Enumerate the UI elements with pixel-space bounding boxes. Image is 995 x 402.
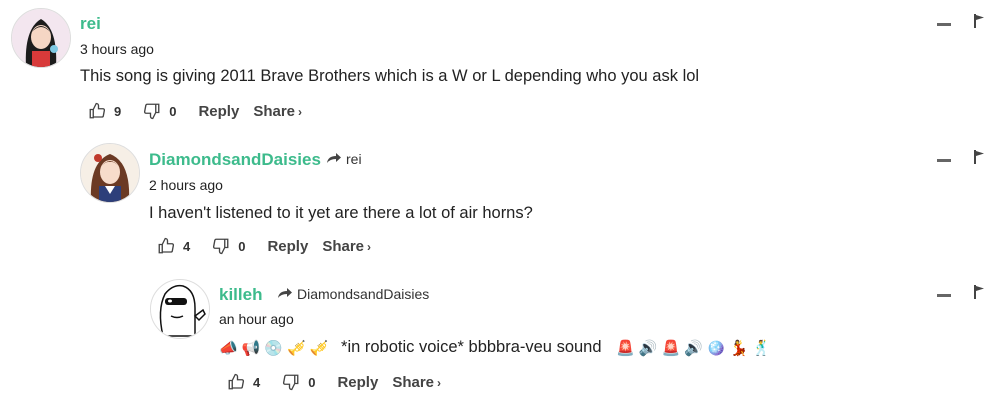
username[interactable]: rei — [80, 14, 101, 34]
collapse-button[interactable] — [937, 17, 951, 26]
comment-actions: 4 0 Reply Share › — [157, 237, 371, 255]
collapse-button[interactable] — [937, 153, 951, 162]
upvote-count: 4 — [183, 238, 191, 254]
speaker-emoji: 🔊 — [684, 339, 703, 357]
comment-text: I haven't listened to it yet are there a… — [149, 204, 533, 222]
trumpet-emoji: 🎺 — [309, 339, 329, 357]
minus-icon — [937, 22, 951, 26]
thumbs-up-icon[interactable] — [157, 237, 175, 255]
avatar[interactable] — [80, 143, 140, 203]
flag-icon[interactable] — [973, 285, 985, 299]
username[interactable]: killeh — [219, 285, 262, 305]
comment-text: This song is giving 2011 Brave Brothers … — [80, 67, 700, 85]
megaphone-emoji: 📣 — [219, 339, 238, 357]
minus-icon — [937, 158, 951, 162]
avatar[interactable] — [11, 8, 71, 68]
siren-emoji: 🚨 — [616, 339, 635, 357]
share-button[interactable]: Share › — [392, 374, 441, 391]
flag-icon[interactable] — [973, 14, 985, 28]
comment-controls — [937, 285, 985, 299]
reply-to: rei — [326, 151, 362, 167]
chevron-right-icon: › — [367, 239, 372, 254]
comment-controls — [937, 150, 985, 164]
speaker-emoji: 🔊 — [638, 339, 658, 357]
share-button[interactable]: Share › — [322, 238, 371, 255]
reply-button[interactable]: Reply — [337, 374, 378, 391]
reply-to-username[interactable]: DiamondsandDaisies — [297, 286, 429, 302]
leading-emojis: 📣 📢 💿 🎺 🎺 — [219, 339, 328, 357]
share-button[interactable]: Share › — [253, 103, 302, 120]
downvote-count: 0 — [238, 238, 246, 254]
downvote: 0 — [282, 373, 315, 391]
thumbs-down-icon[interactable] — [282, 373, 300, 391]
thumbs-down-icon[interactable] — [143, 102, 161, 120]
upvote: 9 — [88, 102, 121, 120]
loudspeaker-emoji: 📢 — [241, 339, 261, 357]
comment-text-row: 📣 📢 💿 🎺 🎺 *in robotic voice* bbbbra-veu … — [219, 338, 771, 357]
flag-icon[interactable] — [973, 150, 985, 164]
downvote-count: 0 — [308, 374, 316, 390]
avatar[interactable] — [150, 279, 210, 339]
share-label: Share — [392, 373, 435, 391]
chevron-right-icon: › — [298, 104, 303, 119]
share-label: Share — [253, 102, 296, 120]
timestamp: an hour ago — [219, 311, 294, 327]
dancer-emoji: 💃 — [729, 339, 749, 357]
reply-to: DiamondsandDaisies — [277, 286, 429, 302]
username[interactable]: DiamondsandDaisies — [149, 150, 321, 170]
mirror-ball-emoji: 🪩 — [706, 339, 726, 357]
upvote: 4 — [227, 373, 260, 391]
siren-emoji: 🚨 — [661, 339, 681, 357]
man-dancing-emoji: 🕺 — [752, 339, 771, 357]
comment-actions: 4 0 Reply Share › — [227, 373, 441, 391]
downvote: 0 — [143, 102, 176, 120]
reply-button[interactable]: Reply — [198, 103, 239, 120]
reply-to-username[interactable]: rei — [346, 151, 362, 167]
share-label: Share — [322, 237, 365, 255]
disc-emoji: 💿 — [264, 339, 284, 357]
thumbs-down-icon[interactable] — [212, 237, 230, 255]
timestamp: 3 hours ago — [80, 41, 154, 57]
upvote: 4 — [157, 237, 190, 255]
collapse-button[interactable] — [937, 288, 951, 297]
upvote-count: 4 — [253, 374, 261, 390]
comment-actions: 9 0 Reply Share › — [88, 102, 302, 120]
thumbs-up-icon[interactable] — [227, 373, 245, 391]
chevron-right-icon: › — [437, 375, 442, 390]
timestamp: 2 hours ago — [149, 177, 223, 193]
comment-controls — [937, 14, 985, 28]
comment-text: *in robotic voice* bbbbra-veu sound — [341, 338, 602, 356]
trumpet-emoji: 🎺 — [287, 339, 306, 357]
upvote-count: 9 — [114, 103, 122, 119]
downvote-count: 0 — [169, 103, 177, 119]
downvote: 0 — [212, 237, 245, 255]
thumbs-up-icon[interactable] — [88, 102, 106, 120]
trailing-emojis: 🚨 🔊 🚨 🔊 🪩 💃 🕺 — [616, 339, 771, 357]
reply-button[interactable]: Reply — [267, 238, 308, 255]
reply-arrow-icon — [326, 151, 342, 167]
minus-icon — [937, 293, 951, 297]
reply-arrow-icon — [277, 286, 293, 302]
